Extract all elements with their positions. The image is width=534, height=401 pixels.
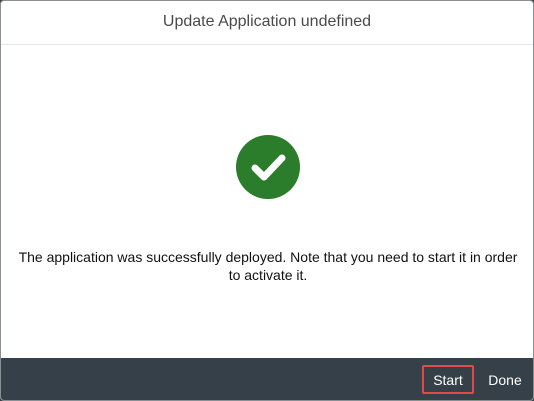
dialog-header: Update Application undefined (1, 1, 533, 45)
checkmark-icon (251, 154, 286, 181)
status-message: The application was successfully deploye… (18, 249, 518, 283)
dialog-content: The application was successfully deploye… (1, 45, 533, 359)
update-application-dialog: Update Application undefined The applica… (0, 0, 534, 401)
success-check-icon (236, 135, 300, 199)
done-button[interactable]: Done (482, 365, 528, 394)
dialog-title: Update Application undefined (162, 12, 372, 30)
dialog-footer: Start Done (1, 358, 533, 400)
start-button[interactable]: Start (422, 365, 474, 394)
